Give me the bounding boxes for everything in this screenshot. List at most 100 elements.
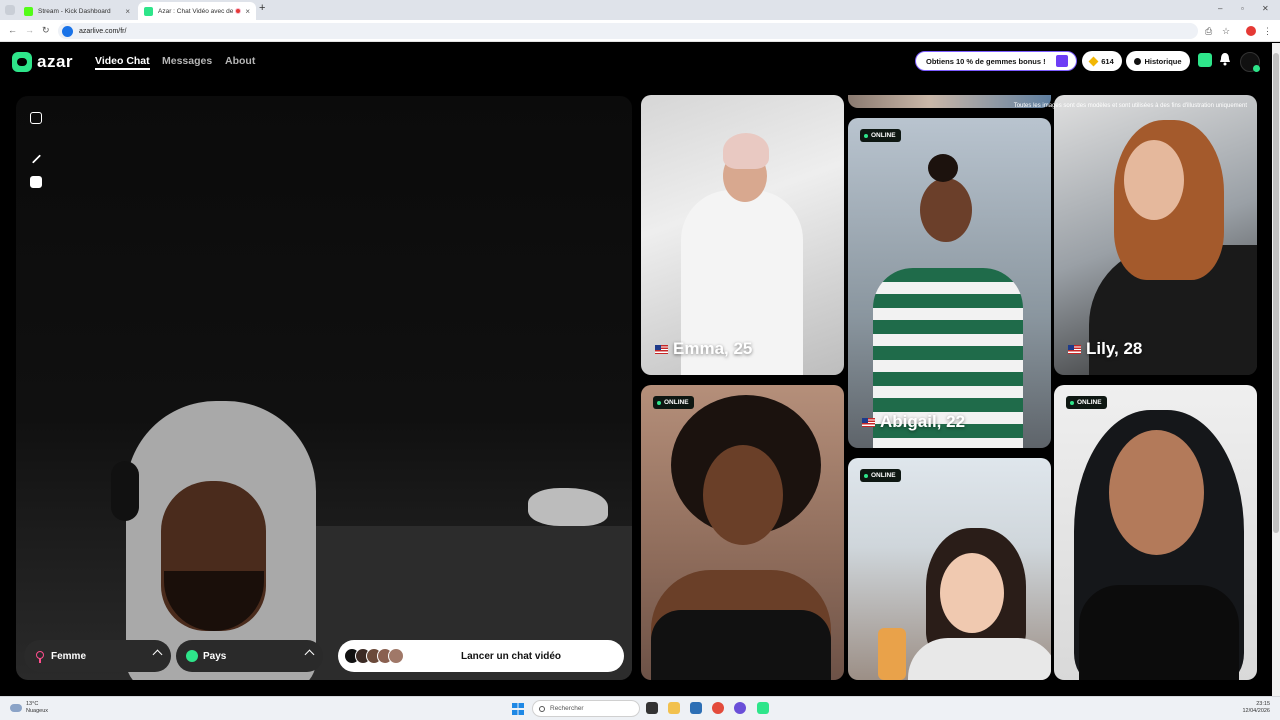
online-label: ONLINE xyxy=(871,132,896,139)
new-tab-button[interactable]: + xyxy=(259,2,265,14)
messenger-icon[interactable] xyxy=(734,702,746,714)
online-dot-icon xyxy=(864,473,868,478)
scrollbar-thumb[interactable] xyxy=(1273,53,1279,533)
gem-icon xyxy=(1088,56,1099,66)
weather-widget[interactable]: 13°C Nuageux xyxy=(10,701,48,715)
history-label: Historique xyxy=(1144,56,1182,66)
minimize-icon[interactable]: – xyxy=(1218,4,1222,13)
female-icon xyxy=(36,650,44,663)
online-badge: ONLINE xyxy=(653,396,694,409)
maximize-icon[interactable]: ▫ xyxy=(1241,4,1244,13)
site-info-icon[interactable] xyxy=(62,25,73,37)
search-placeholder: Rechercher xyxy=(550,705,584,712)
bonus-gems-button[interactable]: Obtiens 10 % de gemmes bonus ! xyxy=(915,51,1077,71)
tab-search-icon[interactable] xyxy=(5,5,15,15)
weather-desc: Nuageux xyxy=(26,708,49,714)
page-scrollbar[interactable] xyxy=(1272,43,1280,696)
task-view-icon[interactable] xyxy=(646,702,658,714)
window-close-icon[interactable]: ✕ xyxy=(1262,4,1269,13)
azar-app-icon[interactable] xyxy=(757,702,769,714)
shop-icon[interactable] xyxy=(1198,53,1212,67)
profile-card-emma[interactable]: Emma, 25 xyxy=(641,95,844,375)
online-label: ONLINE xyxy=(871,472,896,479)
start-video-chat-button[interactable]: Lancer un chat vidéo xyxy=(338,640,624,672)
avatar[interactable] xyxy=(1240,52,1260,72)
profile-avatar[interactable] xyxy=(1246,26,1256,36)
taskbar-search[interactable]: Rechercher xyxy=(532,700,640,717)
history-button[interactable]: Historique xyxy=(1126,51,1190,71)
profile-name-text: Abigail, 22 xyxy=(880,412,966,431)
azar-logo[interactable]: azar xyxy=(12,52,73,72)
globe-icon xyxy=(186,650,198,662)
taskbar-clock[interactable]: 23:15 12/04/2026 xyxy=(1242,701,1270,715)
profile-name: Emma, 25 xyxy=(655,339,752,359)
close-icon[interactable]: × xyxy=(125,7,130,16)
nav-video-chat[interactable]: Video Chat xyxy=(95,55,150,70)
profile-name: Abigail, 22 xyxy=(862,412,965,432)
profile-card[interactable]: ONLINE xyxy=(641,385,844,680)
us-flag-icon xyxy=(655,344,668,354)
country-filter[interactable]: Pays xyxy=(176,640,323,672)
address-bar: ← → ↻ azarlive.com/fr/ ⎙ ☆ ⋮ xyxy=(0,20,1280,42)
online-badge: ONLINE xyxy=(1066,396,1107,409)
profile-card[interactable]: ONLINE xyxy=(848,458,1051,680)
windows-taskbar: 13°C Nuageux Rechercher 23:15 12/04/2026 xyxy=(0,696,1280,720)
profile-card-abigail[interactable]: ONLINE Abigail, 22 xyxy=(848,118,1051,448)
bell-icon[interactable] xyxy=(1219,52,1231,66)
back-icon[interactable]: ← xyxy=(8,25,17,35)
bonus-label: Obtiens 10 % de gemmes bonus ! xyxy=(926,56,1046,66)
gift-icon xyxy=(1056,55,1068,67)
logo-text: azar xyxy=(37,52,74,71)
webcam-preview: Femme Pays Lancer un chat vidéo xyxy=(16,96,632,680)
weather-temp: 13°C xyxy=(26,701,39,707)
streamer-figure xyxy=(106,401,366,680)
close-icon[interactable]: × xyxy=(245,7,250,16)
file-explorer-icon[interactable] xyxy=(668,702,680,714)
profile-card[interactable]: ONLINE xyxy=(1054,385,1257,680)
magic-wand-icon[interactable] xyxy=(31,154,42,164)
gems-button[interactable]: 614 xyxy=(1082,51,1122,71)
search-icon xyxy=(539,705,545,712)
start-button-label: Lancer un chat vidéo xyxy=(460,650,562,662)
url-text: azarlive.com/fr/ xyxy=(79,27,127,35)
recording-icon xyxy=(235,8,242,14)
profile-name-text: Emma, 25 xyxy=(673,339,753,358)
app-header: azar Video Chat Messages About Obtiens 1… xyxy=(0,43,1272,83)
online-badge: ONLINE xyxy=(860,469,901,482)
chevron-up-icon xyxy=(152,649,163,660)
chrome-icon[interactable] xyxy=(712,702,724,714)
clock-icon xyxy=(1134,57,1142,65)
clock-date: 12/04/2026 xyxy=(1242,708,1270,714)
install-icon[interactable]: ⎙ xyxy=(1205,26,1212,37)
gender-label: Femme xyxy=(51,650,87,662)
plastic-bag xyxy=(528,488,608,526)
menu-icon[interactable]: ⋮ xyxy=(1263,26,1272,37)
forward-icon[interactable]: → xyxy=(25,25,34,35)
nav-about[interactable]: About xyxy=(225,55,255,67)
country-label: Pays xyxy=(203,650,227,662)
disclaimer-text: Toutes les images sont des modèles et so… xyxy=(1013,103,1247,109)
gender-filter[interactable]: Femme xyxy=(24,640,171,672)
tab-title: Stream - Kick Dashboard xyxy=(38,7,111,15)
store-icon[interactable] xyxy=(690,702,702,714)
online-dot-icon xyxy=(1070,400,1074,405)
windows-start-icon[interactable] xyxy=(512,703,524,715)
star-icon[interactable]: ☆ xyxy=(1222,26,1230,37)
tab-azar[interactable]: Azar : Chat Vidéo avec de... × xyxy=(138,2,256,20)
clock-time: 23:15 xyxy=(1256,701,1270,707)
online-label: ONLINE xyxy=(1077,399,1102,406)
profile-name: Lily, 28 xyxy=(1068,339,1142,359)
cloud-icon xyxy=(10,704,22,712)
us-flag-icon xyxy=(1068,344,1081,354)
azar-logo-icon xyxy=(12,52,32,72)
url-field[interactable]: azarlive.com/fr/ xyxy=(58,23,1198,39)
tab-title: Azar : Chat Vidéo avec de... xyxy=(158,7,234,15)
nav-messages[interactable]: Messages xyxy=(162,55,212,67)
tab-kick-dashboard[interactable]: Stream - Kick Dashboard × xyxy=(18,2,136,20)
kick-favicon-icon xyxy=(24,6,33,16)
smiley-icon[interactable] xyxy=(30,176,42,188)
profile-card-lily[interactable]: Lily, 28 xyxy=(1054,95,1257,375)
expand-icon[interactable] xyxy=(30,112,42,124)
reload-icon[interactable]: ↻ xyxy=(42,25,50,36)
us-flag-icon xyxy=(862,417,875,427)
